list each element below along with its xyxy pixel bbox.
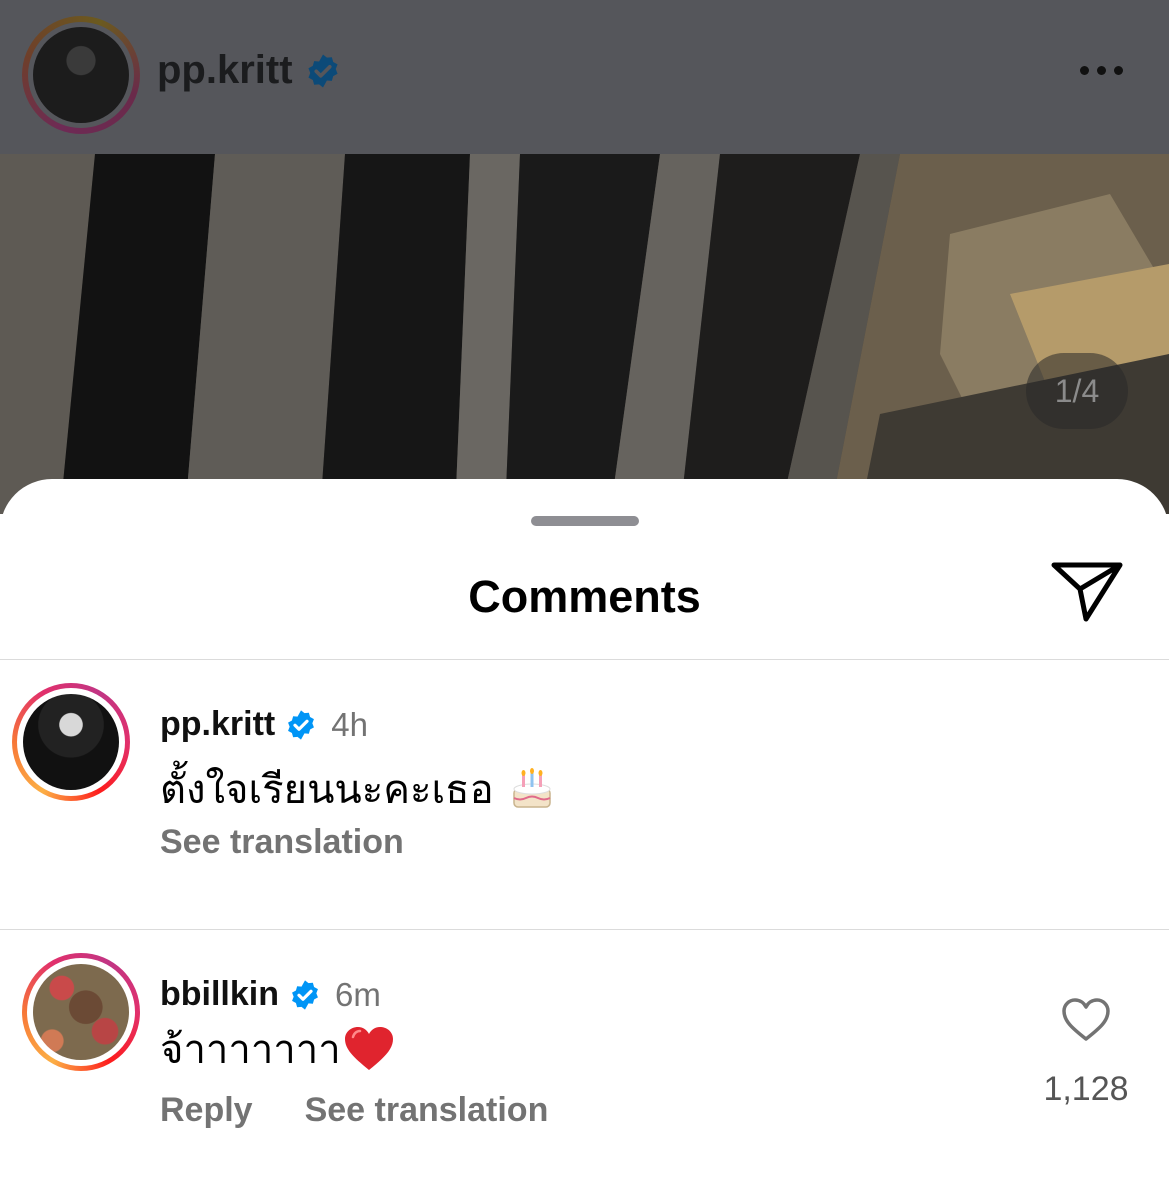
author-username-label: pp.kritt — [157, 48, 293, 92]
author-avatar[interactable] — [22, 16, 140, 134]
comment-avatar[interactable] — [12, 683, 130, 801]
post-photo[interactable]: 1/4 — [0, 154, 1169, 514]
comment-username-label: bbillkin — [160, 975, 279, 1013]
comment-actions: See translation — [160, 823, 404, 862]
comments-sheet: Comments pp.kritt 4h ตั้งใจเรียนนะคะเธอ — [0, 479, 1169, 1184]
comment-text: ตั้งใจเรียนนะคะเธอ — [160, 757, 556, 821]
like-count: 1,128 — [1043, 1070, 1129, 1108]
red-heart-icon — [344, 1027, 393, 1070]
author-username[interactable]: pp.kritt — [157, 48, 341, 93]
comment-username-label: pp.kritt — [160, 705, 276, 743]
birthday-cake-icon — [512, 768, 551, 808]
comment-username[interactable]: bbillkin 6m — [160, 975, 381, 1014]
post-header: pp.kritt — [0, 0, 1169, 154]
verified-badge-icon — [307, 54, 338, 87]
verified-badge-icon — [288, 709, 315, 740]
comment-username[interactable]: pp.kritt 4h — [160, 705, 368, 744]
more-options-icon[interactable] — [1080, 66, 1123, 75]
comment-time: 6m — [335, 975, 381, 1013]
see-translation-link[interactable]: See translation — [160, 823, 404, 862]
comment-item: pp.kritt 4h ตั้งใจเรียนนะคะเธอ See trans… — [0, 659, 1169, 929]
comment-text: จ้าาาาาาา — [160, 1017, 395, 1081]
send-icon[interactable] — [1050, 559, 1124, 625]
comment-time: 4h — [331, 705, 368, 743]
carousel-page-indicator: 1/4 — [1026, 353, 1128, 429]
verified-badge-icon — [292, 979, 318, 1010]
sheet-title: Comments — [468, 571, 701, 622]
reply-button[interactable]: Reply — [160, 1091, 253, 1130]
comment-avatar[interactable] — [22, 953, 140, 1071]
comment-text-label: จ้าาาาาาา — [160, 1028, 341, 1072]
sheet-drag-handle[interactable] — [531, 516, 639, 526]
comment-actions: Reply See translation — [160, 1091, 548, 1130]
heart-outline-icon[interactable] — [1061, 997, 1111, 1043]
comment-text-label: ตั้งใจเรียนนะคะเธอ — [160, 768, 494, 812]
comment-item: bbillkin 6m จ้าาาาาาา Reply See translat… — [0, 929, 1169, 1184]
like-control: 1,128 — [1040, 997, 1132, 1109]
see-translation-link[interactable]: See translation — [305, 1091, 549, 1130]
photo-image — [0, 154, 1169, 514]
